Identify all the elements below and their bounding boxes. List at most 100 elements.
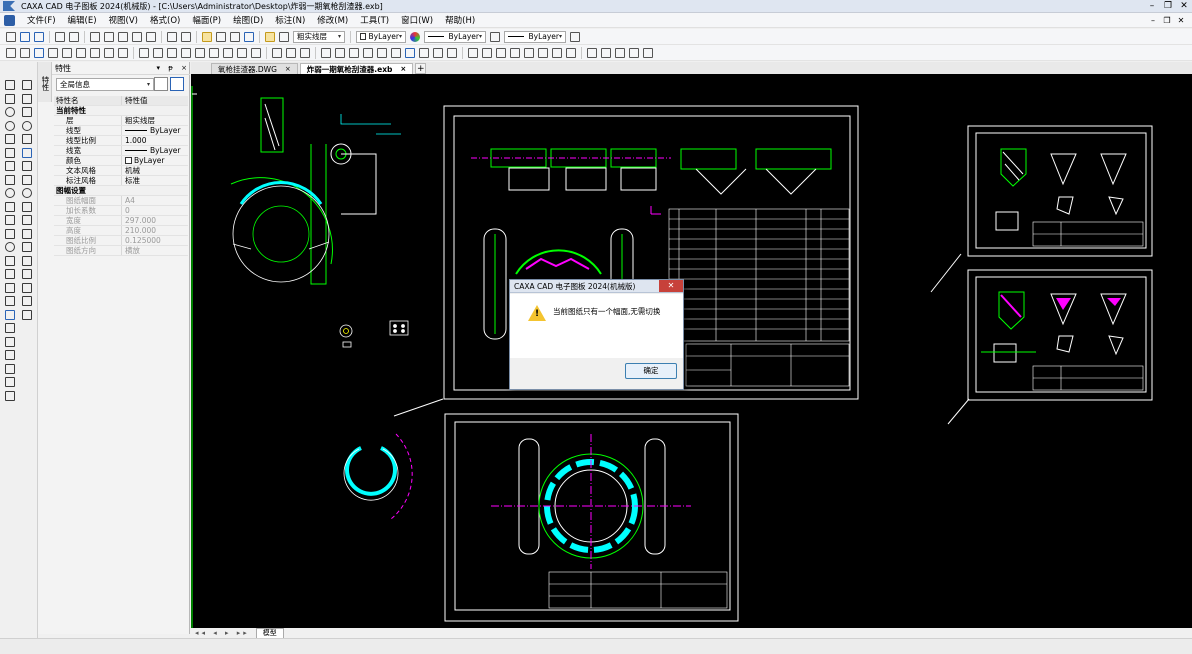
menu-format[interactable]: 格式(O) — [144, 14, 186, 26]
new-tab-button[interactable]: + — [415, 63, 427, 74]
zoom-all-icon[interactable] — [524, 47, 534, 58]
centerline-tool-icon[interactable] — [5, 201, 15, 212]
cut-icon[interactable] — [90, 31, 100, 42]
property-row[interactable]: 层粗实线层 — [54, 116, 188, 126]
menu-tools[interactable]: 工具(T) — [354, 14, 395, 26]
property-value[interactable]: ByLayer — [122, 126, 181, 135]
polygon-tool-icon[interactable] — [5, 188, 15, 198]
print-icon[interactable] — [69, 31, 79, 42]
image-tool-icon[interactable] — [5, 323, 15, 333]
property-value[interactable]: 0.125000 — [122, 236, 161, 245]
parallel-tool-icon[interactable] — [5, 215, 15, 225]
property-row[interactable]: 宽度 297.000 — [54, 216, 188, 226]
explode-tool-icon[interactable] — [22, 269, 32, 279]
array-icon[interactable] — [433, 47, 443, 58]
ring-tool-icon[interactable] — [5, 242, 15, 252]
trim-icon[interactable] — [300, 47, 310, 58]
parts-list-icon[interactable] — [76, 47, 86, 58]
zoom-in-icon[interactable] — [496, 47, 506, 58]
loose-assembly-view[interactable] — [230, 97, 409, 348]
dialog-ok-button[interactable]: 确定 — [625, 363, 677, 379]
property-row[interactable]: 加长系数 0 — [54, 206, 188, 216]
text-tool-icon[interactable] — [5, 377, 15, 387]
polyline-icon[interactable] — [139, 47, 149, 58]
chamfer-tool-icon[interactable] — [22, 228, 32, 239]
weld-icon[interactable] — [237, 47, 247, 58]
menu-dimension[interactable]: 标注(N) — [269, 14, 311, 26]
edit-dim-icon[interactable] — [601, 47, 611, 58]
window-select-icon[interactable] — [6, 47, 16, 58]
lengthen-tool-icon[interactable] — [22, 282, 32, 293]
fillet-tool-icon[interactable] — [22, 242, 32, 252]
lower-drawing-sheet[interactable] — [444, 413, 739, 622]
right-drawing-sheet-2[interactable] — [967, 269, 1153, 401]
new-file-icon[interactable] — [6, 31, 16, 42]
property-row[interactable]: 线宽 ByLayer — [54, 146, 188, 156]
property-category[interactable]: 图幅设置 — [54, 186, 188, 196]
doc-close-button[interactable]: ✕ — [1174, 13, 1188, 28]
spline-tool-icon[interactable] — [5, 134, 15, 144]
property-value[interactable]: ByLayer — [122, 156, 165, 165]
ellipse-tool-icon[interactable] — [5, 161, 15, 171]
arc-tool-icon[interactable] — [5, 120, 15, 131]
menu-draw[interactable]: 绘图(D) — [227, 14, 269, 26]
select-objects-icon[interactable] — [170, 77, 184, 91]
redo-icon[interactable] — [181, 31, 191, 42]
save-icon[interactable] — [34, 31, 44, 42]
extend-icon[interactable] — [349, 47, 359, 58]
circle-tool-icon[interactable] — [5, 107, 15, 117]
mirror-icon[interactable] — [391, 47, 401, 58]
undo-icon[interactable] — [167, 31, 177, 42]
tab-model[interactable]: 模型 — [255, 627, 284, 639]
array-tool-icon[interactable] — [22, 147, 32, 158]
property-row[interactable]: 图纸方向 横放 — [54, 246, 188, 256]
property-value[interactable]: 0 — [122, 206, 130, 215]
dimension-icon[interactable] — [272, 47, 282, 58]
color-select[interactable]: ByLayer ▾ — [356, 30, 406, 43]
menu-file[interactable]: 文件(F) — [21, 14, 62, 26]
panel-controls[interactable]: ▾ ᵽ × — [157, 64, 191, 72]
close-button[interactable]: ✕ — [1176, 0, 1192, 13]
mirror-tool-icon[interactable] — [22, 134, 32, 144]
explode-icon[interactable] — [447, 47, 457, 58]
measure-icon[interactable] — [216, 31, 226, 42]
polyline-tool-icon[interactable] — [5, 93, 15, 104]
property-category[interactable]: 当前特性 — [54, 106, 188, 116]
open-file-icon[interactable] — [20, 31, 30, 42]
lineweight-display-icon[interactable] — [570, 31, 580, 42]
copy-icon[interactable] — [104, 31, 114, 42]
offset-tool-icon[interactable] — [5, 228, 15, 239]
break-tool-icon[interactable] — [22, 215, 32, 225]
rotate-tool-icon[interactable] — [22, 120, 32, 131]
property-row[interactable]: 标注风格 标准 — [54, 176, 188, 186]
wave-tool-icon[interactable] — [5, 363, 15, 374]
property-filter-select[interactable]: 全局信息 ▾ — [56, 78, 154, 91]
loose-ring-part[interactable] — [343, 433, 413, 520]
fillet-icon[interactable] — [377, 47, 387, 58]
doc-minimize-button[interactable]: – — [1146, 13, 1160, 28]
quick-select-icon[interactable] — [154, 77, 168, 91]
property-value[interactable]: 210.000 — [122, 226, 156, 235]
properties-side-tab[interactable]: 特性 — [38, 62, 52, 102]
property-row[interactable]: 线型比例 1.000 — [54, 136, 188, 146]
right-drawing-sheet-1[interactable] — [967, 125, 1153, 257]
frame-icon[interactable] — [62, 47, 72, 58]
property-value[interactable]: 横放 — [122, 246, 140, 255]
app-menu-icon[interactable] — [4, 14, 15, 26]
minimize-button[interactable]: – — [1144, 0, 1160, 13]
dialog-close-button[interactable]: ✕ — [659, 280, 683, 292]
title-block-icon[interactable] — [48, 47, 58, 58]
rectangle-tool-icon[interactable] — [5, 174, 15, 185]
hatch-icon[interactable] — [223, 47, 233, 58]
menu-modify[interactable]: 修改(M) — [311, 14, 354, 26]
chamfer-icon[interactable] — [363, 47, 373, 58]
scale-tool-icon[interactable] — [22, 161, 32, 171]
property-value[interactable]: 机械 — [122, 166, 140, 175]
view-icon[interactable] — [34, 47, 44, 58]
gear-tool-icon[interactable] — [5, 296, 15, 306]
angle-dim-icon[interactable] — [167, 47, 177, 58]
join-tool-icon[interactable] — [22, 255, 32, 266]
zoom-out-icon[interactable] — [510, 47, 520, 58]
drawing-canvas[interactable] — [191, 74, 1192, 630]
edit-tool-icon[interactable] — [22, 309, 32, 320]
